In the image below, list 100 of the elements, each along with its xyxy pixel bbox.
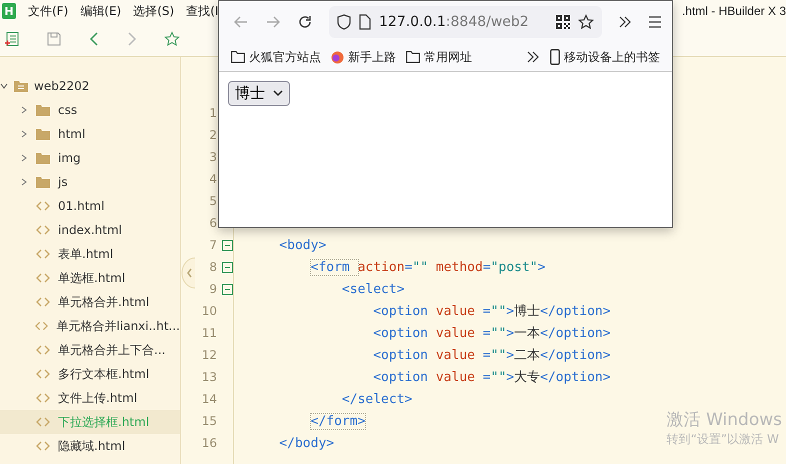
code-file-icon — [35, 320, 49, 332]
line-number: 16 — [202, 436, 217, 450]
code-line: <option value ="">博士</option> — [372, 303, 611, 320]
menu-item[interactable]: 查找(I — [186, 2, 218, 20]
chevron-right-icon[interactable] — [20, 178, 28, 186]
bookmark[interactable]: 移动设备上的书签 — [550, 48, 660, 66]
folder-icon — [231, 51, 245, 63]
tree-item[interactable]: 文件上传.html — [0, 386, 180, 410]
code-file-icon — [36, 416, 50, 428]
chevron-down-icon — [273, 90, 283, 97]
save-icon[interactable] — [46, 31, 62, 47]
line-number: 11 — [202, 326, 217, 340]
line-number: 3 — [209, 150, 217, 164]
file-name: 下拉选择框.html — [58, 414, 150, 430]
line-number: 14 — [202, 392, 217, 406]
menu-icon[interactable] — [648, 16, 662, 28]
file-name: 表单.html — [58, 246, 114, 262]
more-icon[interactable] — [526, 50, 540, 64]
line-number: 12 — [202, 348, 217, 362]
tree-item[interactable]: 单元格合并上下合... — [0, 338, 180, 362]
address-bar[interactable]: 127.0.0.1:8848/web2 — [329, 6, 602, 38]
shield-icon — [337, 14, 351, 30]
page-icon — [359, 14, 371, 30]
line-number: 1 — [209, 106, 217, 120]
menu-item[interactable]: 编辑(E) — [80, 2, 122, 20]
folder-icon — [36, 104, 50, 116]
line-number: 7 — [209, 238, 217, 252]
tree-item[interactable]: html — [0, 122, 180, 146]
code-line: <body> — [278, 238, 326, 252]
select-dropdown[interactable]: 博士 — [228, 81, 290, 106]
chevron-right-icon[interactable] — [20, 130, 28, 138]
folder-name: web2202 — [34, 79, 90, 93]
folder-icon — [36, 152, 50, 164]
qr-code-icon[interactable] — [556, 15, 570, 29]
star-icon[interactable] — [164, 31, 180, 47]
menu-item[interactable]: 文件(F) — [28, 2, 68, 20]
code-file-icon — [36, 392, 50, 404]
menu-item[interactable]: 选择(S) — [133, 2, 174, 20]
tree-item[interactable]: 单元格合并lianxi..ht... — [0, 314, 180, 338]
collapse-handle-icon[interactable] — [181, 257, 195, 289]
fold-icon[interactable] — [222, 240, 233, 250]
code-file-icon — [36, 440, 50, 452]
code-file-icon — [36, 344, 50, 356]
line-number: 8 — [209, 260, 217, 274]
code-file-icon — [36, 224, 50, 236]
project-folder-icon — [14, 80, 28, 92]
file-name: 单元格合并.html — [58, 294, 150, 310]
tree-item[interactable]: js — [0, 170, 180, 194]
file-name: index.html — [58, 223, 122, 237]
tree-item[interactable]: 表单.html — [0, 242, 180, 266]
file-name: 单元格合并上下合... — [58, 342, 166, 358]
star-icon[interactable] — [578, 14, 594, 30]
bookmark[interactable]: 常用网址 — [406, 48, 472, 66]
code-line: <select> — [340, 282, 405, 296]
tree-item[interactable]: css — [0, 98, 180, 122]
tree-item[interactable]: img — [0, 146, 180, 170]
file-name: css — [58, 103, 78, 117]
file-name: 多行文本框.html — [58, 366, 150, 382]
tree-item[interactable]: index.html — [0, 218, 180, 242]
code-line: </select> — [340, 392, 412, 406]
new-file-icon[interactable] — [4, 31, 20, 47]
file-name: img — [58, 151, 81, 165]
code-line: <option value ="">二本</option> — [372, 347, 611, 364]
chevron-down-icon[interactable] — [0, 82, 8, 90]
forward-icon[interactable] — [265, 14, 281, 30]
bookmark[interactable]: 新手上路 — [331, 48, 396, 66]
code-line: <option value ="">一本</option> — [372, 325, 611, 342]
tree-item[interactable]: 隐藏域.html — [0, 434, 180, 458]
tree-item[interactable]: 单元格合并.html — [0, 290, 180, 314]
tree-item[interactable]: 多行文本框.html — [0, 362, 180, 386]
back-icon[interactable] — [233, 14, 249, 30]
fold-icon[interactable] — [222, 262, 233, 272]
line-number: 9 — [209, 282, 217, 296]
line-number: 13 — [202, 370, 217, 384]
file-name: 隐藏域.html — [58, 438, 126, 454]
folder-icon — [36, 176, 50, 188]
code-line: </body> — [278, 436, 334, 450]
line-number: 4 — [209, 172, 217, 186]
code-line: </form> — [310, 414, 366, 428]
chevron-right-icon[interactable] — [20, 154, 28, 162]
reload-icon[interactable] — [297, 14, 313, 30]
bookmark[interactable]: 火狐官方站点 — [231, 48, 321, 66]
fold-icon[interactable] — [222, 284, 233, 294]
file-name: html — [58, 127, 86, 141]
file-name: 文件上传.html — [58, 390, 138, 406]
tree-item[interactable]: 单选框.html — [0, 266, 180, 290]
code-file-icon — [36, 368, 50, 380]
line-number: 15 — [202, 414, 217, 428]
code-line: <form action="" method="post"> — [310, 260, 546, 274]
activation-notice: 转到“设置”以激活 W — [666, 431, 780, 448]
activation-notice: 激活 Windows — [666, 409, 782, 431]
more-icon[interactable] — [618, 15, 632, 29]
url-text: 127.0.0.1:8848/web2 — [379, 14, 530, 30]
code-file-icon — [36, 296, 50, 308]
tree-item[interactable]: 01.html — [0, 194, 180, 218]
back-icon[interactable] — [88, 31, 100, 47]
chevron-right-icon[interactable] — [20, 106, 28, 114]
code-file-icon — [36, 248, 50, 260]
window-title: .html - HBuilder X 3 — [682, 4, 786, 18]
tree-item[interactable]: web2202 — [0, 74, 180, 98]
